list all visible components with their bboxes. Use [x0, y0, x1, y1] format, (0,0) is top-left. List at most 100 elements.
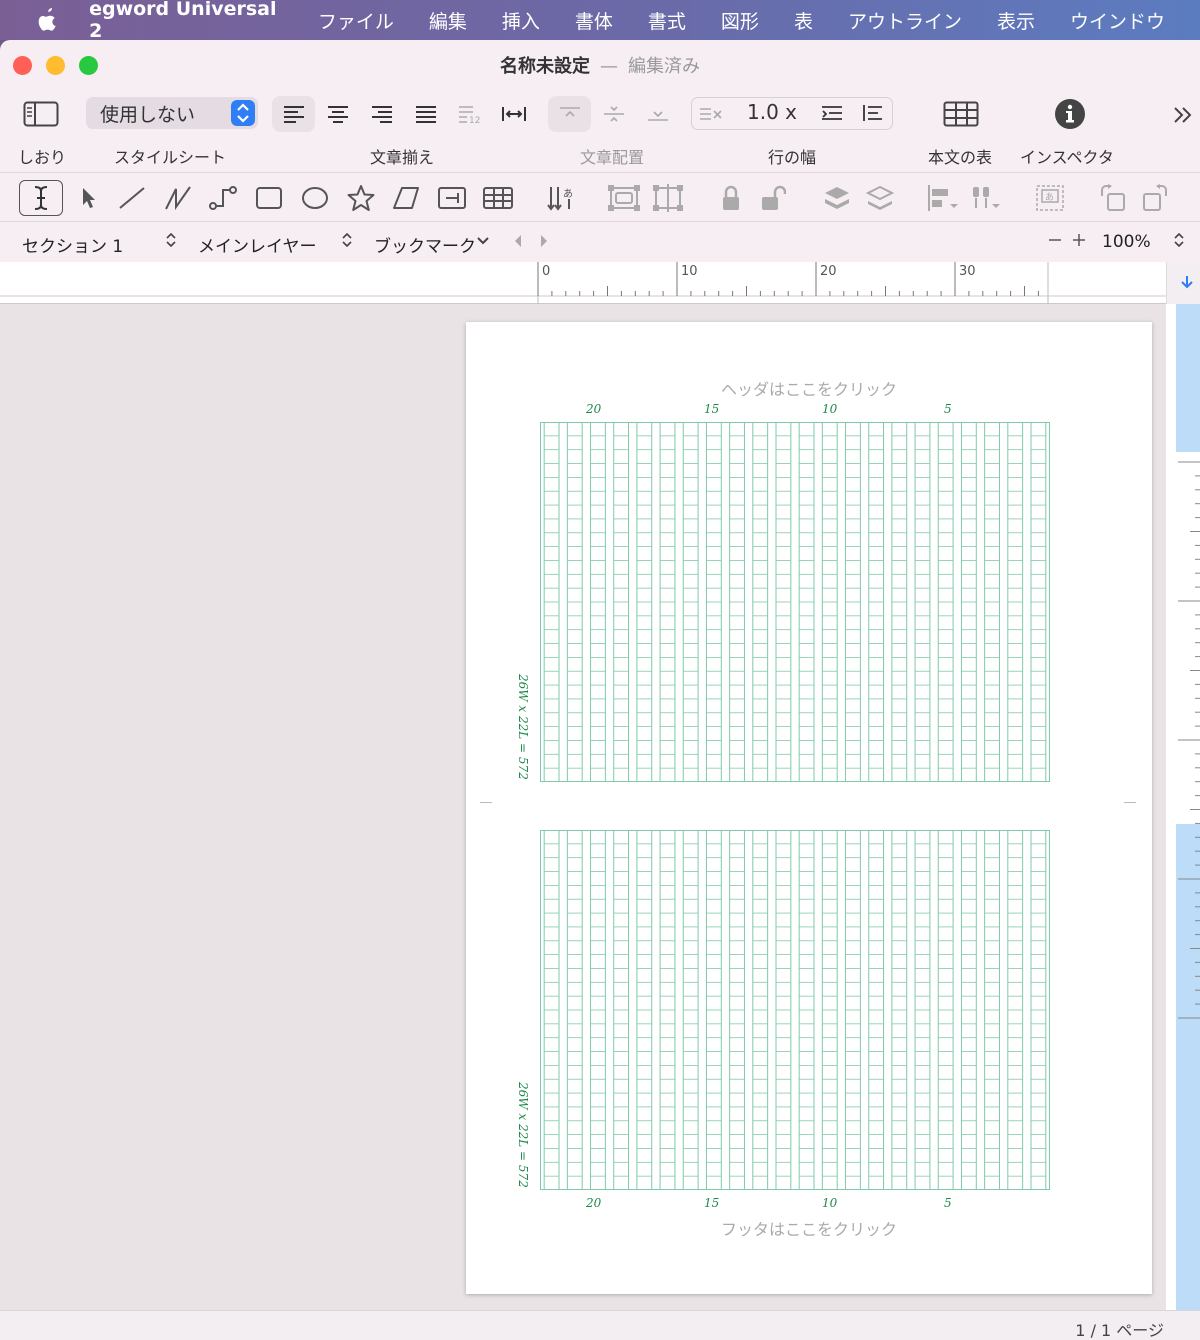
next-bookmark-icon[interactable]	[538, 233, 550, 253]
title-bar: 名称未設定 — 編集済み	[0, 40, 1200, 88]
star-tool-icon[interactable]	[343, 180, 379, 216]
align-numbered-icon: 12	[448, 96, 491, 132]
table-tool-icon[interactable]	[479, 180, 517, 216]
vertical-text-icon[interactable]: あ	[543, 180, 581, 216]
drawing-toolbar: あ あ	[0, 172, 1200, 222]
sidebar-toggle-icon[interactable]	[18, 96, 64, 132]
rotate-left-icon	[1094, 180, 1132, 216]
manuscript-grid-top[interactable]	[540, 422, 1050, 782]
align-justify-icon[interactable]	[404, 96, 447, 132]
menu-edit[interactable]: 編集	[429, 7, 467, 34]
header-hint[interactable]: ヘッダはここをクリック	[466, 376, 1152, 400]
textbox-tool-icon[interactable]	[434, 180, 470, 216]
section-selector[interactable]: セクション 1	[22, 232, 123, 257]
menu-font[interactable]: 書体	[575, 7, 613, 34]
text-cursor-tool-icon[interactable]	[19, 180, 63, 216]
arrow-down-icon	[1181, 276, 1193, 289]
menu-window[interactable]: ウインドウ	[1070, 7, 1165, 34]
menu-format[interactable]: 書式	[648, 7, 686, 34]
apple-icon[interactable]	[33, 3, 63, 37]
footer-hint[interactable]: フッタはここをクリック	[466, 1216, 1152, 1240]
menu-view[interactable]: 表示	[997, 7, 1035, 34]
ungroup-icon	[648, 180, 688, 216]
layer-selector[interactable]: メインレイヤー	[198, 232, 317, 257]
send-backward-icon	[861, 180, 899, 216]
column-number: 10	[822, 1196, 838, 1210]
title-separator: —	[600, 56, 618, 77]
align-right-icon[interactable]	[360, 96, 403, 132]
column-number: 20	[586, 1196, 602, 1210]
body-table-label: 本文の表	[928, 148, 993, 167]
column-number: 5	[944, 1196, 952, 1210]
chevron-updown-icon	[231, 100, 255, 126]
bookmark-selector[interactable]: ブックマーク	[374, 232, 476, 257]
document-page[interactable]: ヘッダはここをクリック 20 15 10 5 26W x 22L = 572 2…	[466, 322, 1152, 1294]
ruler-label-20: 20	[820, 264, 837, 279]
menu-table[interactable]: 表	[794, 7, 813, 34]
menu-bar: egword Universal 2 ファイル 編集 挿入 書体 書式 図形 表…	[0, 0, 1200, 42]
rectangle-tool-icon[interactable]	[251, 180, 287, 216]
placement-middle-icon	[592, 96, 635, 132]
layer-chevron-updown-icon[interactable]	[340, 230, 354, 255]
ruler-label-0: 0	[542, 264, 551, 279]
placement-label: 文章配置	[580, 148, 645, 167]
body-table-icon[interactable]	[938, 94, 984, 134]
stylesheet-value: 使用しない	[100, 104, 196, 126]
polygon-tool-icon[interactable]	[388, 180, 424, 216]
section-chevron-updown-icon[interactable]	[164, 230, 178, 255]
zoom-in-icon[interactable]	[1070, 230, 1088, 255]
line-spacing-decrease-icon[interactable]	[815, 98, 849, 128]
page-count: 1 / 1 ページ	[1075, 1321, 1164, 1340]
page-margin-mark	[1124, 802, 1136, 803]
menu-shape[interactable]: 図形	[721, 7, 759, 34]
unlock-icon	[756, 180, 790, 216]
zoom-chevron-updown-icon[interactable]	[1172, 230, 1186, 255]
horizontal-ruler[interactable]: 0 10 20 30	[0, 262, 1200, 304]
ruler-ticks	[0, 262, 1166, 304]
previous-bookmark-icon[interactable]	[512, 233, 524, 253]
align-left-icon[interactable]	[272, 96, 315, 132]
line-width-label: 行の幅	[768, 148, 817, 167]
ruler-corner	[1166, 262, 1200, 304]
stylesheet-popup[interactable]: 使用しない	[86, 97, 258, 129]
distribute-objects-icon	[966, 180, 1006, 216]
document-window: 名称未設定 — 編集済み 使用しない 12 1.0 x しおり スタイルシート …	[0, 40, 1200, 1340]
menu-file[interactable]: ファイル	[318, 7, 394, 34]
chevron-down-icon[interactable]	[476, 233, 490, 253]
document-name: 名称未設定	[500, 56, 590, 77]
svg-text:あ: あ	[1045, 192, 1054, 203]
stylesheet-label: スタイルシート	[114, 148, 227, 167]
connector-tool-icon[interactable]	[205, 180, 241, 216]
line-spacing-increase-icon[interactable]	[856, 98, 890, 128]
vertical-ruler[interactable]	[1166, 304, 1200, 1310]
bring-forward-icon	[818, 180, 856, 216]
ruler-label-10: 10	[681, 264, 698, 279]
line-spacing-value[interactable]: 1.0 x	[747, 100, 797, 124]
menu-insert[interactable]: 挿入	[502, 7, 540, 34]
zoom-level[interactable]: 100%	[1102, 232, 1151, 252]
inspector-label: インスペクタ	[1020, 148, 1114, 167]
manuscript-grid-bottom[interactable]	[540, 830, 1050, 1190]
grid-count-label: 26W x 22L = 572	[516, 674, 530, 780]
svg-text:あ: あ	[563, 188, 573, 200]
svg-text:12: 12	[469, 116, 480, 123]
toolbar-overflow-icon[interactable]	[1166, 100, 1200, 130]
align-center-icon[interactable]	[316, 96, 359, 132]
column-number: 10	[822, 402, 838, 416]
page-margin-mark	[480, 802, 492, 803]
menu-outline[interactable]: アウトライン	[848, 7, 962, 34]
polyline-tool-icon[interactable]	[160, 180, 196, 216]
pointer-tool-icon[interactable]	[72, 180, 106, 216]
rotate-right-icon	[1136, 180, 1174, 216]
line-tool-icon[interactable]	[114, 180, 150, 216]
group-icon	[604, 180, 644, 216]
app-name-menu[interactable]: egword Universal 2	[89, 0, 284, 42]
edited-status: 編集済み	[628, 56, 700, 77]
ellipse-tool-icon[interactable]	[297, 180, 333, 216]
bookmark-label: しおり	[18, 148, 67, 167]
column-number: 15	[704, 1196, 720, 1210]
info-icon[interactable]	[1048, 94, 1092, 134]
line-spacing-reset-icon	[694, 98, 728, 128]
zoom-out-icon[interactable]	[1046, 230, 1064, 255]
align-distributed-icon[interactable]	[492, 96, 535, 132]
